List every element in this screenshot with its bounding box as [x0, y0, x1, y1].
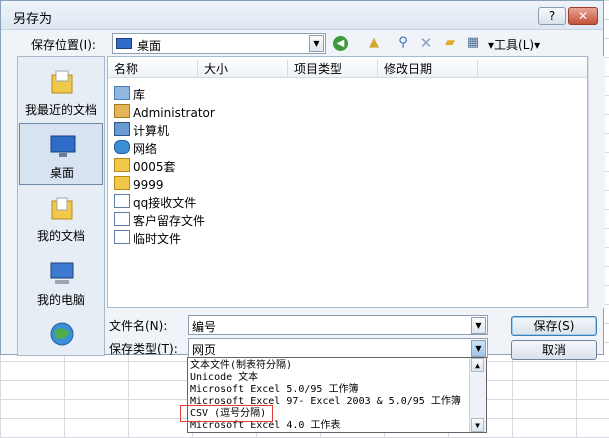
new-folder-icon[interactable]: ▰	[441, 34, 459, 52]
shortcut-icon	[114, 212, 130, 226]
tools-menu[interactable]: ▾工具(L)▾	[488, 36, 540, 53]
library-icon	[114, 86, 130, 100]
file-list-scrollbar[interactable]	[588, 56, 605, 308]
places-bar: 我最近的文档 桌面 我的文档 我的电脑	[17, 56, 105, 356]
list-item[interactable]: 0005套	[114, 158, 176, 176]
views-icon[interactable]: ▦	[464, 34, 482, 52]
user-folder-icon	[114, 104, 130, 118]
place-label: 桌面	[49, 166, 74, 180]
save-location-combo[interactable]: 桌面 ▼	[112, 33, 326, 54]
place-my-computer[interactable]: 我的电脑	[19, 251, 103, 313]
chevron-down-icon[interactable]: ▼	[471, 317, 486, 334]
list-item-name: 计算机	[133, 124, 170, 138]
delete-icon[interactable]: ✕	[417, 34, 435, 52]
up-folder-icon[interactable]: ▲	[365, 34, 383, 52]
place-label: 我的电脑	[36, 293, 85, 307]
recent-documents-icon	[51, 70, 73, 94]
list-item-name: Administrator	[133, 106, 215, 120]
chevron-down-icon[interactable]: ▼	[309, 35, 324, 52]
filename-label: 文件名(N):	[109, 319, 168, 333]
list-item-name: 临时文件	[133, 232, 182, 246]
column-header-size[interactable]: 大小	[198, 60, 288, 76]
save-as-dialog: 另存为 ? ✕ 保存位置(I): 桌面 ▼ ◀ ▲ ⚲ ✕ ▰ ▦ ▾工具(L)…	[0, 0, 605, 360]
filename-value: 编号	[192, 320, 217, 334]
column-header-type[interactable]: 项目类型	[288, 60, 378, 76]
csv-option-highlight	[180, 405, 273, 422]
title-bar: 另存为 ? ✕	[1, 1, 603, 30]
list-item-name: 0005套	[133, 160, 176, 174]
scroll-up-icon[interactable]: ▲	[471, 358, 484, 372]
dialog-title: 另存为	[13, 12, 53, 27]
shortcut-icon	[114, 194, 130, 208]
list-item-name: 客户留存文件	[133, 214, 206, 228]
list-item[interactable]: 9999	[114, 176, 164, 194]
help-button[interactable]: ?	[538, 7, 566, 25]
folder-icon	[114, 158, 130, 172]
list-item[interactable]: qq接收文件	[114, 194, 196, 212]
my-computer-icon	[50, 262, 74, 284]
dropdown-scrollbar[interactable]: ▲ ▼	[469, 358, 486, 432]
list-item-name: 网络	[133, 142, 158, 156]
folder-icon	[114, 176, 130, 190]
list-item[interactable]: 库	[114, 86, 145, 104]
network-icon	[114, 140, 130, 154]
list-item[interactable]: 临时文件	[114, 230, 181, 248]
save-location-value: 桌面	[137, 39, 162, 53]
place-desktop[interactable]: 桌面	[19, 123, 103, 185]
save-location-label: 保存位置(I):	[31, 38, 96, 52]
file-list-header: 名称 大小 项目类型 修改日期	[108, 57, 587, 78]
place-recent-documents[interactable]: 我最近的文档	[19, 61, 103, 123]
list-item-name: 9999	[133, 178, 164, 192]
desktop-icon	[116, 38, 132, 49]
computer-icon	[114, 122, 130, 136]
close-button[interactable]: ✕	[568, 7, 598, 25]
place-my-documents[interactable]: 我的文档	[19, 187, 103, 249]
file-list[interactable]: 名称 大小 项目类型 修改日期 库 Administrator 计算机 网络 0…	[107, 56, 588, 308]
shortcut-icon	[114, 230, 130, 244]
list-item[interactable]: 客户留存文件	[114, 212, 205, 230]
network-globe-icon	[50, 322, 74, 346]
place-label: 我最近的文档	[24, 103, 97, 117]
back-icon[interactable]: ◀	[333, 36, 348, 51]
desktop-icon	[50, 135, 76, 157]
list-item[interactable]: 网络	[114, 140, 157, 158]
chevron-down-icon[interactable]: ▼	[471, 340, 486, 357]
filetype-value: 网页	[192, 343, 217, 357]
place-network[interactable]	[19, 313, 103, 355]
filetype-label: 保存类型(T):	[109, 342, 178, 356]
column-header-name[interactable]: 名称	[108, 60, 198, 76]
cancel-button[interactable]: 取消	[511, 340, 597, 360]
scroll-down-icon[interactable]: ▼	[471, 418, 484, 432]
list-item-name: qq接收文件	[133, 196, 197, 210]
place-label: 我的文档	[36, 229, 85, 243]
list-item-name: 库	[133, 88, 146, 102]
search-icon[interactable]: ⚲	[394, 34, 412, 52]
save-button[interactable]: 保存(S)	[511, 316, 597, 336]
column-header-modified[interactable]: 修改日期	[378, 60, 478, 76]
list-item[interactable]: 计算机	[114, 122, 169, 140]
my-documents-icon	[51, 197, 73, 220]
filetype-select[interactable]: 网页 ▼	[188, 338, 488, 358]
list-item[interactable]: Administrator	[114, 104, 215, 122]
filename-input[interactable]: 编号 ▼	[188, 315, 488, 335]
